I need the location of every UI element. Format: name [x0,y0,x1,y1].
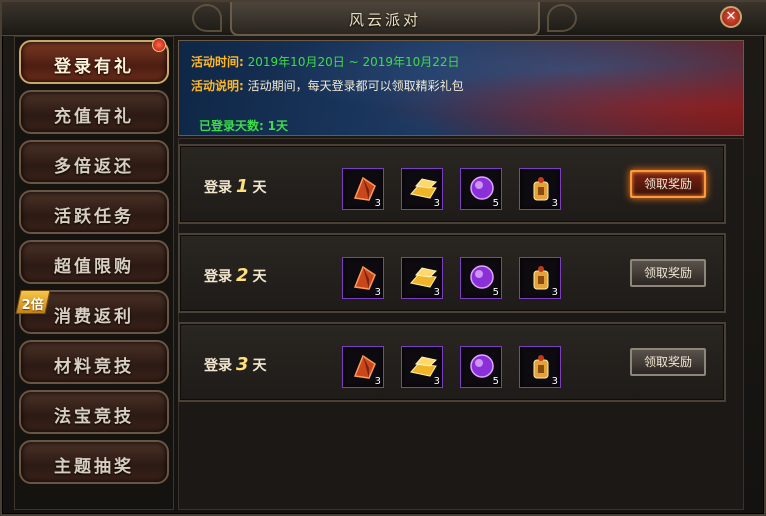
login-days-value: 1天 [267,119,288,133]
left-ornament-icon [192,4,222,32]
sidebar-item-label: 活跃任务 [54,207,134,227]
event-desc-label: 活动说明: [191,79,244,93]
day-label: 登录 3 天 [204,354,267,375]
reward-row: 登录 1 天 3 3 5 3 领取奖励 [178,144,726,224]
sidebar-item-label: 登录有礼 [54,57,134,77]
notification-dot-icon [152,38,166,52]
item-count: 3 [433,198,440,209]
item-count: 3 [374,198,381,209]
reward-slot[interactable]: 3 [519,346,561,388]
window-title: 风云派对 [348,11,421,29]
claim-reward-button[interactable]: 领取奖励 [630,259,706,287]
reward-slot[interactable]: 3 [342,257,384,299]
sidebar-item-limited-purchase[interactable]: 超值限购 [19,240,169,284]
item-count: 5 [492,287,499,298]
reward-slot[interactable]: 5 [460,346,502,388]
reward-row: 登录 3 天 3 3 5 3 领取奖励 [178,322,726,402]
item-count: 3 [551,376,558,387]
badge-label: 2倍 [21,298,44,313]
day-number: 1 [236,176,249,197]
claim-reward-button[interactable]: 领取奖励 [630,170,706,198]
event-start-date: 2019年10月20日 [247,55,345,69]
double-badge: 2倍 [15,290,51,314]
reward-slot[interactable]: 3 [519,168,561,210]
day-number: 2 [236,265,249,286]
event-banner: 活动时间: 2019年10月20日 ~ 2019年10月22日 活动说明: 活动… [178,40,744,136]
sidebar-item-label: 法宝竞技 [54,407,134,427]
reward-slot[interactable]: 3 [401,257,443,299]
event-time-label: 活动时间: [191,55,244,69]
reward-slot[interactable]: 3 [342,168,384,210]
event-end-date: 2019年10月22日 [362,55,460,69]
sidebar-item-label: 多倍返还 [54,157,134,177]
event-desc-line: 活动说明: 活动期间，每天登录都可以领取精彩礼包 [191,77,464,94]
sidebar-item-treasure-contest[interactable]: 法宝竞技 [19,390,169,434]
reward-slot[interactable]: 3 [401,168,443,210]
item-count: 3 [433,287,440,298]
sidebar-item-login-gift[interactable]: 登录有礼 [19,40,169,84]
day-label: 登录 1 天 [204,176,267,197]
reward-row: 登录 2 天 3 3 5 3 领取奖励 [178,233,726,313]
sidebar-item-multi-return[interactable]: 多倍返还 [19,140,169,184]
day-suffix: 天 [252,180,267,196]
reward-slot[interactable]: 5 [460,257,502,299]
day-number: 3 [236,354,249,375]
sidebar-item-label: 充值有礼 [54,107,134,127]
item-count: 3 [433,376,440,387]
sidebar-item-active-tasks[interactable]: 活跃任务 [19,190,169,234]
item-count: 3 [374,376,381,387]
sidebar-item-material-contest[interactable]: 材料竞技 [19,340,169,384]
sidebar-item-label: 材料竞技 [54,357,134,377]
sidebar-item-label: 主题抽奖 [54,457,134,477]
day-suffix: 天 [252,269,267,285]
day-label: 登录 2 天 [204,265,267,286]
day-suffix: 天 [252,358,267,374]
claim-reward-button[interactable]: 领取奖励 [630,348,706,376]
sidebar-item-theme-lottery[interactable]: 主题抽奖 [19,440,169,484]
event-desc-text: 活动期间，每天登录都可以领取精彩礼包 [247,79,464,93]
item-count: 5 [492,198,499,209]
close-button[interactable]: ✕ [720,6,742,28]
event-time-line: 活动时间: 2019年10月20日 ~ 2019年10月22日 [191,53,460,70]
close-icon: ✕ [725,9,737,24]
item-count: 3 [374,287,381,298]
day-prefix: 登录 [204,358,232,374]
sidebar-item-label: 超值限购 [54,257,134,277]
reward-slot[interactable]: 3 [401,346,443,388]
login-days-label: 已登录天数: [199,119,264,133]
reward-slot[interactable]: 3 [519,257,561,299]
reward-slot[interactable]: 3 [342,346,384,388]
date-separator: ~ [348,55,359,69]
right-ornament-icon [547,4,577,32]
day-prefix: 登录 [204,269,232,285]
item-count: 5 [492,376,499,387]
sidebar-item-recharge-gift[interactable]: 充值有礼 [19,90,169,134]
reward-slot[interactable]: 5 [460,168,502,210]
login-days-line: 已登录天数: 1天 [199,117,288,134]
item-count: 3 [551,198,558,209]
item-count: 3 [551,287,558,298]
day-prefix: 登录 [204,180,232,196]
